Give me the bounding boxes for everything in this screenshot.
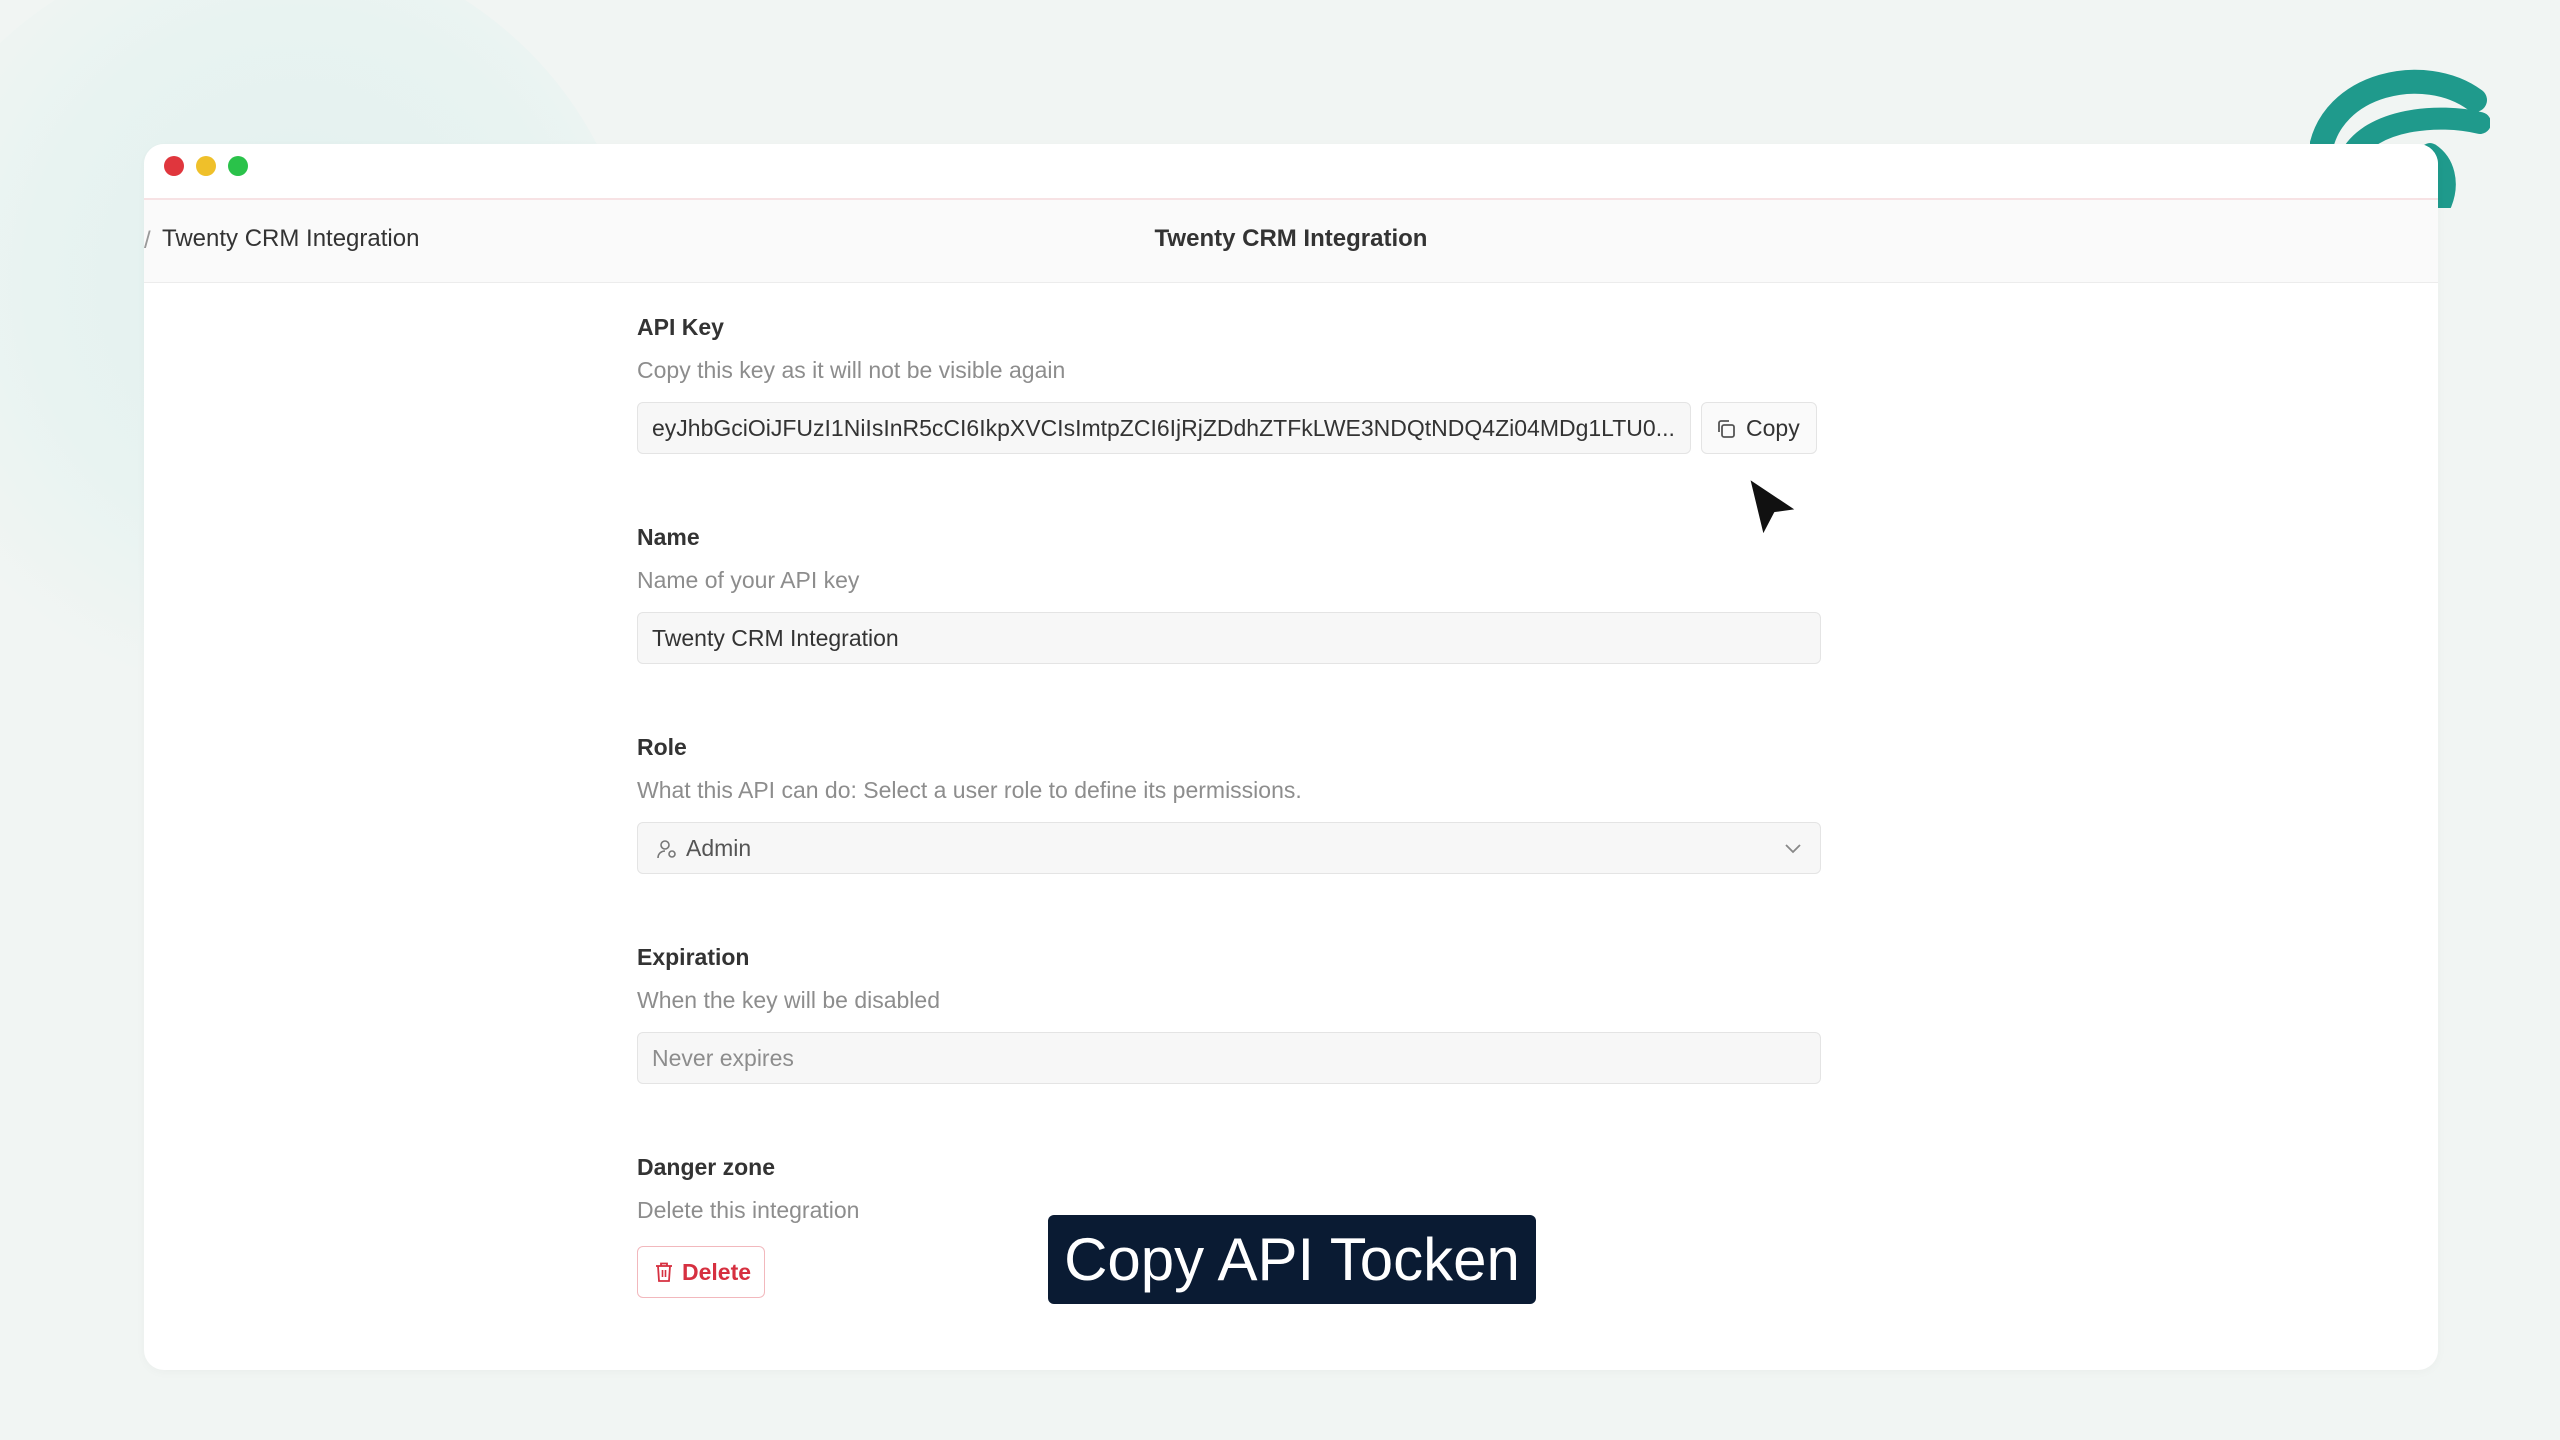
role-label: Role: [637, 734, 687, 760]
expiration-description: When the key will be disabled: [637, 987, 940, 1013]
role-select[interactable]: Admin: [637, 822, 1821, 874]
tutorial-caption: Copy API Tocken: [1048, 1215, 1536, 1304]
api-key-description: Copy this key as it will not be visible …: [637, 357, 1066, 383]
role-description: What this API can do: Select a user role…: [637, 777, 1302, 803]
copy-icon: [1718, 420, 1735, 438]
api-key-label: API Key: [637, 314, 724, 340]
maximize-window-button[interactable]: [228, 156, 248, 176]
name-section: Name Name of your API key Twenty CRM Int…: [637, 524, 1827, 664]
user-role-icon: [657, 840, 676, 859]
role-selected-value: Admin: [686, 835, 752, 861]
chevron-down-icon: [1785, 844, 1801, 854]
page-header: / Twenty CRM Integration Twenty CRM Inte…: [144, 200, 2438, 283]
app-window: / Twenty CRM Integration Twenty CRM Inte…: [144, 144, 2438, 1370]
trash-icon: [656, 1262, 672, 1282]
mouse-cursor-icon: [1748, 477, 1798, 537]
role-section: Role What this API can do: Select a user…: [637, 734, 1827, 874]
window-titlebar: [144, 144, 2438, 200]
delete-button[interactable]: Delete: [637, 1246, 765, 1298]
delete-button-label: Delete: [682, 1259, 752, 1285]
name-input[interactable]: Twenty CRM Integration: [637, 612, 1821, 664]
expiration-label: Expiration: [637, 944, 750, 970]
api-key-field[interactable]: eyJhbGciOiJFUzI1NiIsInR5cCI6IkpXVCIsImtp…: [637, 402, 1691, 454]
copy-button-label: Copy: [1746, 415, 1800, 441]
expiration-section: Expiration When the key will be disabled…: [637, 944, 1827, 1084]
danger-zone-label: Danger zone: [637, 1154, 776, 1180]
copy-button[interactable]: Copy: [1701, 402, 1817, 454]
name-description: Name of your API key: [637, 567, 860, 593]
api-key-section: API Key Copy this key as it will not be …: [637, 314, 1827, 454]
page-title: Twenty CRM Integration: [1154, 225, 1428, 252]
expiration-select[interactable]: Never expires: [637, 1032, 1821, 1084]
name-label: Name: [637, 524, 700, 550]
minimize-window-button[interactable]: [196, 156, 216, 176]
danger-zone-description: Delete this integration: [637, 1197, 860, 1223]
danger-zone-section: Danger zone Delete this integration Dele…: [637, 1154, 1827, 1298]
close-window-button[interactable]: [164, 156, 184, 176]
